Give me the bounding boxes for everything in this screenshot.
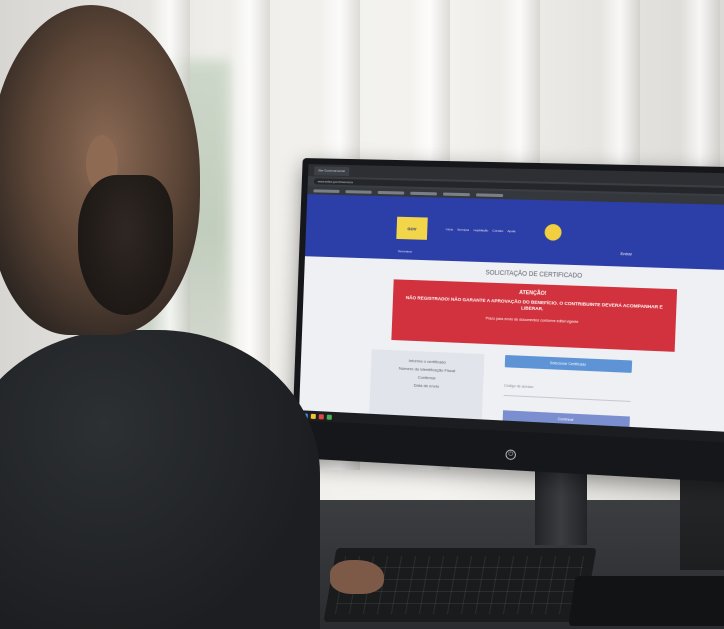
person-beard <box>78 175 173 315</box>
bookmark-item[interactable] <box>443 192 470 196</box>
site-logo[interactable]: GOV <box>396 217 427 240</box>
folder-icon[interactable] <box>311 413 316 418</box>
browser-tab[interactable]: Site Governamental <box>314 166 349 176</box>
nav-item[interactable]: Serviços <box>457 228 469 232</box>
nav-item[interactable]: Ajuda <box>507 229 515 233</box>
nav-item[interactable]: Início <box>446 227 454 231</box>
site-subtitle: Secretaria <box>398 249 412 253</box>
app-icon[interactable] <box>319 414 324 419</box>
photo-scene: Site Governamental www.sefaz.gov.br/serv… <box>0 0 724 629</box>
nav-item[interactable]: Contato <box>492 229 503 233</box>
bookmark-item[interactable] <box>476 193 503 197</box>
nav-item[interactable]: Legislação <box>473 228 488 233</box>
person-shoulder <box>0 330 320 629</box>
hand <box>330 560 384 594</box>
bookmark-item[interactable] <box>378 190 405 194</box>
bookmark-item[interactable] <box>345 190 371 194</box>
select-certificate-button[interactable]: Selecionar Certificado <box>505 355 632 373</box>
second-keyboard <box>568 576 724 626</box>
site-nav: Início Serviços Legislação Contato Ajuda <box>446 227 516 233</box>
login-link[interactable]: Entrar <box>620 251 632 257</box>
bookmark-item[interactable] <box>410 191 437 195</box>
monitor: Site Governamental www.sefaz.gov.br/serv… <box>291 158 724 484</box>
monitor-screen: Site Governamental www.sefaz.gov.br/serv… <box>299 164 724 443</box>
bookmark-item[interactable] <box>313 189 339 193</box>
alert-banner: ATENÇÃO! NÃO REGISTRADO! NÃO GARANTE A A… <box>391 279 677 351</box>
gov-seal-icon <box>545 224 563 241</box>
app-icon[interactable] <box>327 414 332 419</box>
monitor-logo-icon: ⏻ <box>505 449 516 460</box>
